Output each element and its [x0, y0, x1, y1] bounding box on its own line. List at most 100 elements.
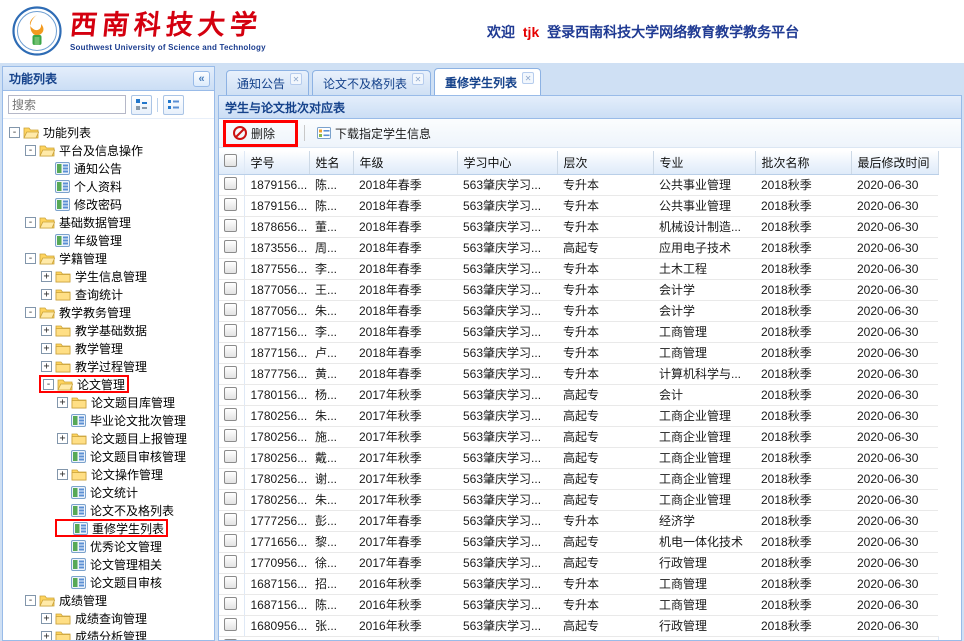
tree-collapse-icon[interactable]: -	[25, 217, 36, 228]
tab-论文不及格列表[interactable]: 论文不及格列表✕	[312, 70, 431, 95]
search-input[interactable]	[8, 95, 126, 114]
tree-expand-icon[interactable]: +	[57, 433, 68, 444]
tree-node-label[interactable]: 论文管理相关	[90, 556, 162, 573]
tree-node-label[interactable]: 成绩查询管理	[75, 610, 147, 627]
tree-collapse-icon[interactable]: -	[25, 145, 36, 156]
collapse-all-button[interactable]	[163, 95, 184, 115]
row-checkbox[interactable]	[224, 429, 237, 442]
tree-node[interactable]: + 成绩查询管理	[3, 609, 214, 627]
tree-node[interactable]: -平台及信息操作	[3, 141, 214, 159]
tree-node[interactable]: + 论文操作管理	[3, 465, 214, 483]
tree-node-label[interactable]: 个人资料	[74, 178, 122, 195]
tree-node[interactable]: 论文统计	[3, 483, 214, 501]
tree-node-label[interactable]: 论文不及格列表	[90, 502, 174, 519]
tree-node[interactable]: - 基础数据管理	[3, 213, 214, 231]
tree-node-label[interactable]: 论文统计	[90, 484, 138, 501]
tree-expand-icon[interactable]: +	[41, 613, 52, 624]
tree-node[interactable]: 优秀论文管理	[3, 537, 214, 555]
column-header[interactable]: 姓名	[309, 151, 353, 174]
table-row[interactable]: 1873556...周...2018年春季563肇庆学习...高起专应用电子技术…	[219, 237, 938, 258]
column-header[interactable]: 学习中心	[457, 151, 557, 174]
tree-node-label[interactable]: 修改密码	[74, 196, 122, 213]
table-row[interactable]: 1877056...朱...2018年春季563肇庆学习...专升本会计学201…	[219, 300, 938, 321]
tree-node[interactable]: -成绩管理	[3, 591, 214, 609]
tree-node[interactable]: + 教学过程管理	[3, 357, 214, 375]
table-row[interactable]: 1780256...朱...2017年秋季563肇庆学习...高起专工商企业管理…	[219, 489, 938, 510]
row-checkbox[interactable]	[224, 345, 237, 358]
table-row[interactable]: 1780256...谢...2017年秋季563肇庆学习...高起专工商企业管理…	[219, 468, 938, 489]
tree-node[interactable]: 个人资料	[3, 177, 214, 195]
row-checkbox[interactable]	[224, 240, 237, 253]
tree-node-label[interactable]: 论文题目上报管理	[91, 430, 187, 447]
tree-node[interactable]: 论文管理相关	[3, 555, 214, 573]
tree-node-label[interactable]: 论文操作管理	[91, 466, 163, 483]
row-checkbox[interactable]	[224, 198, 237, 211]
row-checkbox[interactable]	[224, 387, 237, 400]
tree-node[interactable]: + 教学基础数据	[3, 321, 214, 339]
tree-expand-icon[interactable]: +	[57, 397, 68, 408]
tab-close-icon[interactable]: ✕	[522, 72, 534, 84]
tree-expand-icon[interactable]: +	[41, 631, 52, 641]
tree-collapse-icon[interactable]: -	[25, 595, 36, 606]
tree-node-label[interactable]: 毕业论文批次管理	[90, 412, 186, 429]
row-checkbox[interactable]	[224, 324, 237, 337]
tree-node-label[interactable]: 优秀论文管理	[90, 538, 162, 555]
tree-node[interactable]: -论文管理	[3, 375, 214, 393]
column-header[interactable]: 专业	[653, 151, 755, 174]
tree-node[interactable]: 修改密码	[3, 195, 214, 213]
tree-node[interactable]: 毕业论文批次管理	[3, 411, 214, 429]
column-header[interactable]: 层次	[557, 151, 653, 174]
tree-node-label[interactable]: 论文题目审核管理	[90, 448, 186, 465]
tab-close-icon[interactable]: ✕	[290, 73, 302, 85]
row-checkbox[interactable]	[224, 450, 237, 463]
column-header[interactable]: 批次名称	[755, 151, 851, 174]
tree-node-label[interactable]: 基础数据管理	[59, 214, 131, 231]
tree-node[interactable]: +查询统计	[3, 285, 214, 303]
row-checkbox[interactable]	[224, 261, 237, 274]
tree-node[interactable]: + 成绩分析管理	[3, 627, 214, 641]
table-row[interactable]: 1780256...施...2017年秋季563肇庆学习...高起专工商企业管理…	[219, 426, 938, 447]
sidebar-collapse-button[interactable]: «	[193, 71, 210, 87]
table-row[interactable]: 1877556...李...2018年春季563肇庆学习...专升本土木工程20…	[219, 258, 938, 279]
tree-node[interactable]: -学籍管理	[3, 249, 214, 267]
row-checkbox[interactable]	[224, 408, 237, 421]
tree-node-label[interactable]: 教学过程管理	[75, 358, 147, 375]
tree-expand-icon[interactable]: +	[41, 289, 52, 300]
tree-node[interactable]: 论文题目审核	[3, 573, 214, 591]
table-row[interactable]: 1879156...陈...2018年春季563肇庆学习...专升本公共事业管理…	[219, 174, 938, 195]
tree-expand-icon[interactable]: +	[41, 361, 52, 372]
tree-node-label[interactable]: 重修学生列表	[92, 520, 164, 537]
tree-node-label[interactable]: 学籍管理	[59, 250, 107, 267]
table-row[interactable]: 1878656...董...2018年春季563肇庆学习...专升本机械设计制造…	[219, 216, 938, 237]
table-row[interactable]: 1780156...杨...2017年秋季563肇庆学习...高起专会计2018…	[219, 384, 938, 405]
tree-collapse-icon[interactable]: -	[9, 127, 20, 138]
column-header[interactable]: 最后修改时间	[851, 151, 938, 174]
tree-node-label[interactable]: 年级管理	[74, 232, 122, 249]
table-row[interactable]	[219, 636, 938, 640]
column-header[interactable]: 年级	[353, 151, 457, 174]
tree-node-label[interactable]: 通知公告	[74, 160, 122, 177]
table-row[interactable]: 1687156...招...2016年秋季563肇庆学习...专升本工商管理20…	[219, 573, 938, 594]
row-checkbox[interactable]	[224, 555, 237, 568]
tree-node-label[interactable]: 成绩分析管理	[75, 628, 147, 641]
tree-node-label[interactable]: 论文题目库管理	[91, 394, 175, 411]
table-row[interactable]: 1877056...王...2018年春季563肇庆学习...专升本会计学201…	[219, 279, 938, 300]
tree-node[interactable]: -功能列表	[3, 123, 214, 141]
tree-expand-icon[interactable]: +	[41, 343, 52, 354]
tab-通知公告[interactable]: 通知公告✕	[226, 70, 309, 95]
row-checkbox[interactable]	[224, 303, 237, 316]
tree-collapse-icon[interactable]: -	[25, 307, 36, 318]
table-row[interactable]: 1680956...张...2016年秋季563肇庆学习...高起专行政管理20…	[219, 615, 938, 636]
tree-expand-icon[interactable]: +	[41, 325, 52, 336]
tab-重修学生列表[interactable]: 重修学生列表✕	[434, 68, 541, 95]
tree-node[interactable]: 重修学生列表	[3, 519, 214, 537]
tree-node-label[interactable]: 教学基础数据	[75, 322, 147, 339]
row-checkbox[interactable]	[224, 597, 237, 610]
tree-node-label[interactable]: 教学管理	[75, 340, 123, 357]
tree-expand-icon[interactable]: +	[41, 271, 52, 282]
tree-expand-icon[interactable]: +	[57, 469, 68, 480]
tree-node[interactable]: +学生信息管理	[3, 267, 214, 285]
tab-close-icon[interactable]: ✕	[412, 73, 424, 85]
row-checkbox[interactable]	[224, 177, 237, 190]
table-row[interactable]: 1777256...彭...2017年春季563肇庆学习...专升本经济学201…	[219, 510, 938, 531]
